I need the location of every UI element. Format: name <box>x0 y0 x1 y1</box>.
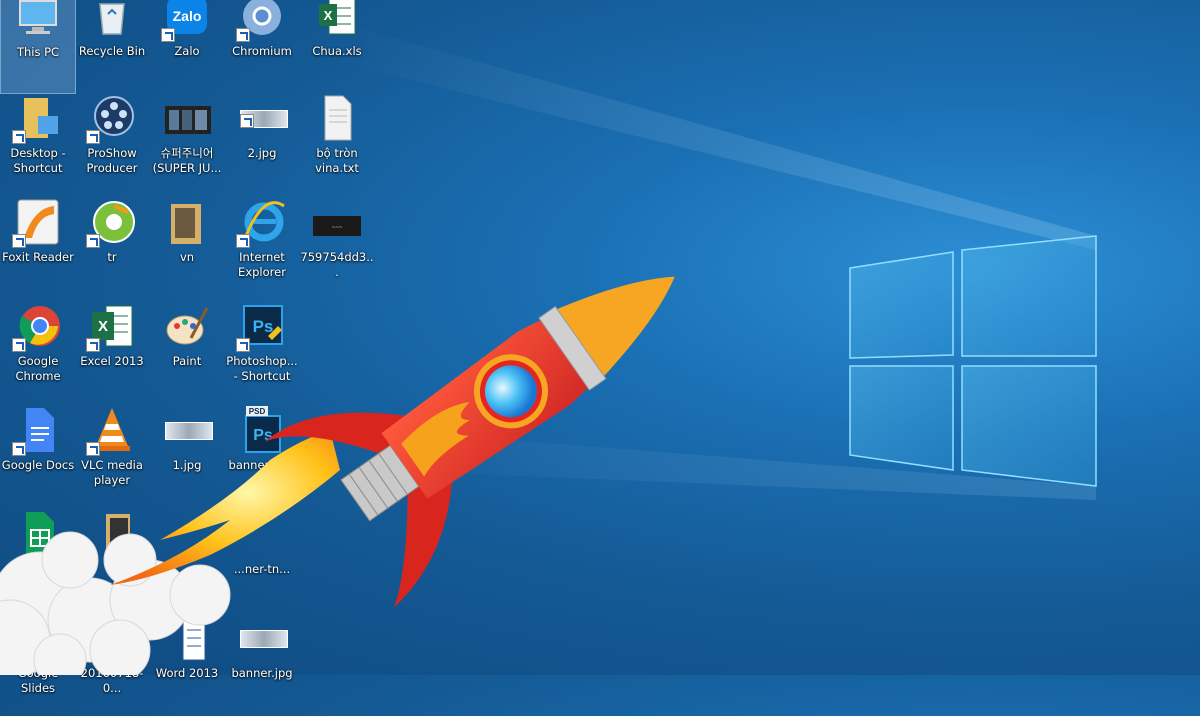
folder-icon <box>12 94 62 144</box>
film-reel-icon <box>86 94 136 144</box>
disc-icon <box>86 198 136 248</box>
shortcut-arrow-icon <box>86 234 100 248</box>
desktop-icon-proshow-producer[interactable]: ProShow Producer <box>74 92 150 196</box>
desktop-icon-super-junior[interactable]: 슈퍼주니어 (SUPER JU... <box>149 92 225 196</box>
zalo-icon: Zalo <box>161 0 211 42</box>
video-thumbnail-icon <box>163 94 211 142</box>
icon-label: Chua.xls <box>312 44 362 58</box>
recycle-bin-icon <box>88 0 136 40</box>
internet-explorer-icon <box>236 198 286 248</box>
desktop-icon-2-jpg[interactable]: 2.jpg <box>224 92 300 196</box>
folder-icon <box>163 198 211 246</box>
windows-logo <box>849 235 1097 487</box>
icon-label: Zalo <box>174 44 200 58</box>
shortcut-arrow-icon <box>86 130 100 144</box>
icon-label: This PC <box>16 45 60 59</box>
rocket-illustration <box>0 276 675 675</box>
icon-label: ProShow Producer <box>86 146 138 175</box>
icon-label: bộ tròn vina.txt <box>315 146 359 175</box>
foxit-reader-icon <box>12 198 62 248</box>
shortcut-arrow-icon <box>12 130 26 144</box>
desktop-icon-recycle-bin[interactable]: Recycle Bin <box>74 0 150 94</box>
svg-text:X: X <box>324 8 333 23</box>
image-file-icon <box>238 94 288 142</box>
icon-label: Recycle Bin <box>78 44 146 58</box>
desktop-icon-zalo[interactable]: Zalo Zalo <box>149 0 225 94</box>
icon-label: Desktop - Shortcut <box>10 146 66 175</box>
shortcut-arrow-icon <box>236 234 250 248</box>
chromium-icon <box>236 0 286 42</box>
zalo-logo-text: Zalo <box>173 8 202 24</box>
shortcut-arrow-icon <box>161 28 175 42</box>
shortcut-arrow-icon <box>236 28 250 42</box>
desktop-icon-chua-xls[interactable]: X Chua.xls <box>299 0 375 94</box>
icon-label: 2.jpg <box>247 146 277 160</box>
desktop-icon-chromium[interactable]: Chromium <box>224 0 300 94</box>
image-file-icon: ~~~ <box>313 198 361 246</box>
excel-file-icon: X <box>313 0 361 40</box>
shortcut-arrow-icon <box>240 114 254 128</box>
icon-label: Chromium <box>232 44 292 58</box>
shortcut-arrow-icon <box>12 234 26 248</box>
desktop-icon-desktop-shortcut[interactable]: Desktop - Shortcut <box>0 92 76 196</box>
icon-label: 슈퍼주니어 (SUPER JU... <box>152 146 222 175</box>
desktop-icon-bo-tron-vina-txt[interactable]: bộ tròn vina.txt <box>299 92 375 196</box>
computer-icon <box>14 0 62 41</box>
svg-text:~~~: ~~~ <box>332 225 343 231</box>
text-file-icon <box>313 94 361 142</box>
desktop-icon-this-pc[interactable]: This PC <box>0 0 76 94</box>
